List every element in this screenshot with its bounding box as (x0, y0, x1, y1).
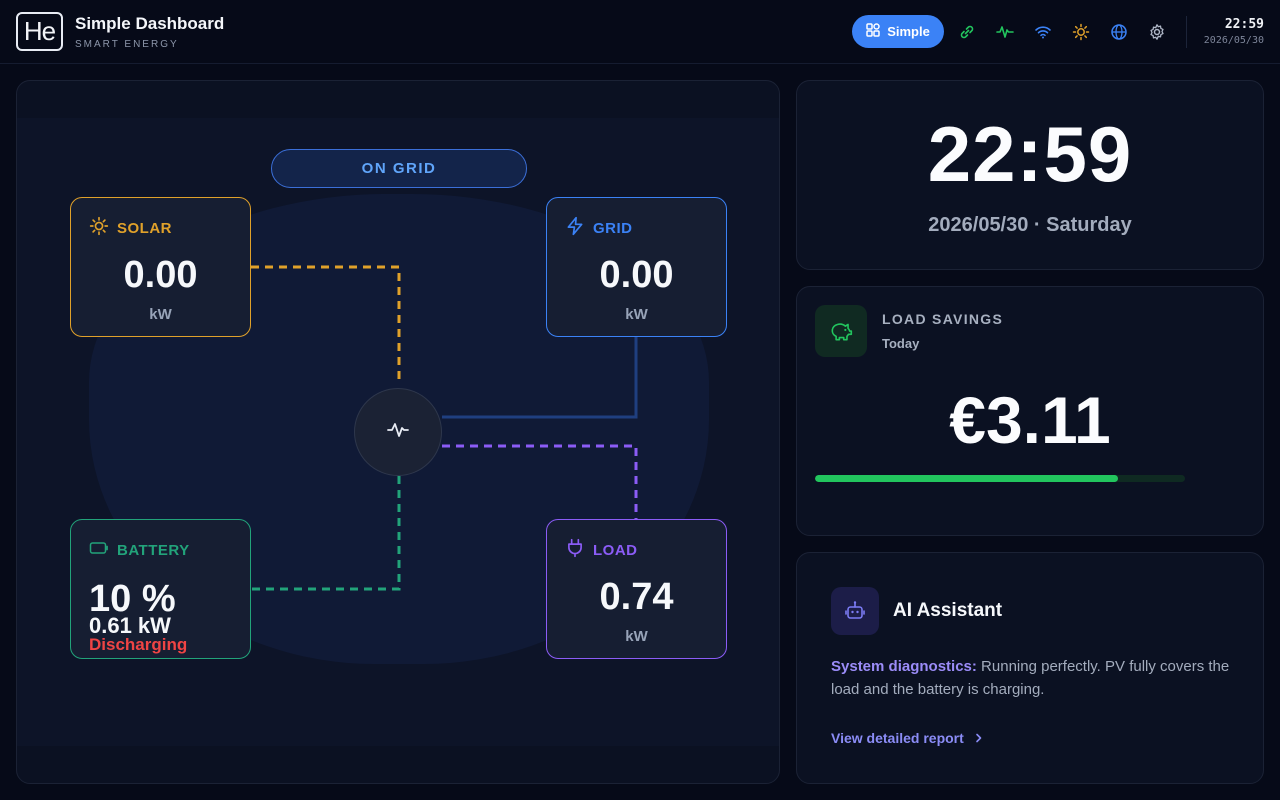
view-report-label: View detailed report (831, 730, 964, 746)
savings-value: €3.11 (949, 383, 1111, 457)
ai-assistant-card: AI Assistant System diagnostics: Running… (796, 552, 1264, 784)
energy-hub[interactable] (354, 388, 442, 476)
app-subtitle: SMART ENERGY (75, 39, 179, 50)
solar-label: SOLAR (117, 219, 172, 237)
view-report-link[interactable]: View detailed report (831, 730, 984, 746)
globe-icon[interactable] (1109, 22, 1129, 42)
savings-progress-fill (815, 475, 1119, 482)
mode-toggle-label: Simple (887, 24, 930, 39)
header-divider (1186, 16, 1187, 48)
top-bar: He Simple Dashboard SMART ENERGY Simple … (0, 0, 1280, 64)
ai-diagnostic-label: System diagnostics: (831, 658, 977, 675)
lightning-icon (565, 216, 585, 240)
savings-progress-bar (815, 475, 1185, 482)
wifi-icon[interactable] (1033, 22, 1053, 42)
load-value: 0.74 (599, 576, 674, 618)
mode-toggle-button[interactable]: Simple (852, 15, 944, 48)
sun-icon[interactable] (1071, 22, 1091, 42)
piggy-bank-icon (815, 305, 867, 357)
solar-unit: kW (149, 306, 172, 323)
robot-icon (831, 587, 879, 635)
solar-node[interactable]: SOLAR 0.00 kW (70, 197, 251, 337)
chevron-right-icon (974, 730, 984, 746)
grid-status-pill: ON GRID (271, 149, 527, 188)
energy-flow-diagram: ON GRID SOLAR 0.00 kW GRID 0.00 kW BATTE… (17, 118, 779, 746)
savings-card: LOAD SAVINGS Today €3.11 (796, 286, 1264, 536)
savings-period: Today (882, 336, 920, 351)
savings-title: LOAD SAVINGS (882, 311, 1004, 327)
solar-flow-line (251, 265, 401, 382)
clock-time: 22:59 (927, 110, 1133, 198)
app-logo: He (16, 12, 63, 51)
grid-value: 0.00 (599, 254, 674, 296)
load-node[interactable]: LOAD 0.74 kW (546, 519, 727, 659)
load-unit: kW (625, 628, 648, 645)
grid-layout-icon (866, 23, 880, 40)
battery-status: Discharging (89, 635, 188, 654)
header-date: 2026/05/30 (1203, 35, 1264, 46)
pulse-icon[interactable] (995, 22, 1015, 42)
grid-node[interactable]: GRID 0.00 kW (546, 197, 727, 337)
ai-diagnostic-message: System diagnostics: Running perfectly. P… (831, 655, 1241, 701)
energy-flow-panel: ON GRID SOLAR 0.00 kW GRID 0.00 kW BATTE… (16, 80, 780, 784)
grid-flow-line (442, 337, 638, 419)
header-time: 22:59 (1224, 17, 1264, 32)
grid-unit: kW (625, 306, 648, 323)
pulse-icon (386, 418, 410, 447)
grid-label: GRID (593, 219, 633, 237)
clock-card: 22:59 2026/05/30 · Saturday (796, 80, 1264, 270)
solar-value: 0.00 (123, 254, 198, 296)
app-title: Simple Dashboard (75, 14, 225, 33)
sun-icon (89, 216, 109, 240)
load-flow-line (442, 444, 638, 519)
battery-flow-line (251, 476, 401, 591)
battery-node[interactable]: BATTERY 10 % 0.61 kW Discharging (70, 519, 251, 659)
clock-date: 2026/05/30 · Saturday (928, 214, 1132, 236)
load-label: LOAD (593, 541, 638, 559)
ai-assistant-title: AI Assistant (893, 600, 1003, 621)
battery-icon (89, 538, 109, 562)
link-icon[interactable] (957, 22, 977, 42)
gear-icon[interactable] (1147, 22, 1167, 42)
plug-icon (565, 538, 585, 562)
battery-label: BATTERY (117, 541, 190, 559)
